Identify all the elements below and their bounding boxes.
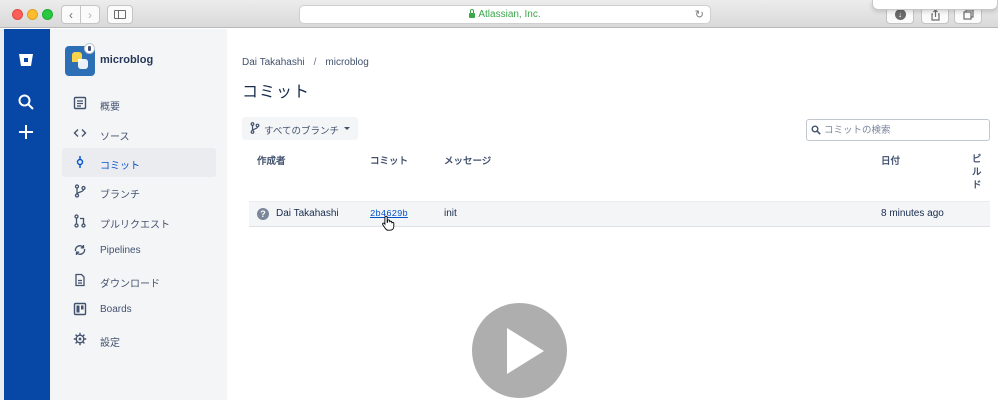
address-bar[interactable]: Atlassian, Inc. ↻ bbox=[299, 5, 711, 24]
python-logo-part bbox=[78, 59, 88, 69]
column-header-build: ビルド bbox=[972, 154, 982, 191]
column-header-author: 作成者 bbox=[257, 156, 286, 167]
sidebar-item-pipelines[interactable]: Pipelines bbox=[62, 236, 216, 265]
address-text: Atlassian, Inc. bbox=[478, 9, 541, 20]
zoom-window-button[interactable] bbox=[42, 9, 53, 20]
pull-request-icon bbox=[74, 214, 86, 228]
pipelines-icon bbox=[74, 245, 86, 255]
download-circle-icon: ↓ bbox=[894, 9, 906, 20]
chevron-left-icon: ‹ bbox=[69, 7, 73, 22]
tabs-icon bbox=[962, 9, 974, 20]
browser-window: ‹ › Atlassian, Inc. ↻ ↓ microblog 概要 ソース… bbox=[0, 0, 998, 400]
minimize-window-button[interactable] bbox=[27, 9, 38, 20]
boards-icon bbox=[73, 302, 87, 316]
overview-icon bbox=[73, 96, 87, 110]
page-title: コミット bbox=[242, 84, 311, 101]
sidebar-item-label: ソース bbox=[100, 132, 130, 143]
commit-author: Dai Takahashi bbox=[276, 208, 339, 219]
branch-filter-label: すべてのブランチ bbox=[264, 126, 339, 137]
show-sidebar-button[interactable] bbox=[107, 5, 133, 24]
bitbucket-logo-icon[interactable] bbox=[17, 51, 35, 69]
branch-icon bbox=[74, 184, 86, 198]
settings-icon bbox=[73, 332, 87, 346]
sidebar-item-overview[interactable]: 概要 bbox=[62, 89, 216, 118]
window-edge bbox=[0, 29, 4, 400]
hand-pointer-cursor-icon bbox=[382, 215, 395, 231]
commit-search-input[interactable] bbox=[824, 122, 984, 138]
reload-icon[interactable]: ↻ bbox=[695, 8, 704, 21]
sidebar-item-label: 設定 bbox=[100, 338, 120, 349]
sidebar-item-downloads[interactable]: ダウンロード bbox=[62, 266, 216, 295]
share-icon bbox=[930, 8, 940, 21]
table-row[interactable]: ? Dai Takahashi 2b4629b init 8 minutes a… bbox=[249, 201, 990, 227]
chevron-down-icon bbox=[344, 127, 350, 130]
source-code-icon bbox=[73, 129, 87, 137]
sidebar-item-label: Pipelines bbox=[100, 245, 141, 256]
global-navigation bbox=[0, 29, 50, 400]
play-icon bbox=[507, 328, 544, 374]
branch-filter-dropdown[interactable]: すべてのブランチ bbox=[242, 117, 358, 140]
create-plus-icon[interactable] bbox=[17, 123, 35, 141]
sidebar-item-pull-requests[interactable]: プルリクエスト bbox=[62, 207, 216, 236]
commit-message: init bbox=[444, 208, 457, 219]
download-icon bbox=[75, 273, 85, 287]
branch-icon bbox=[250, 122, 260, 134]
breadcrumb-owner[interactable]: Dai Takahashi bbox=[242, 57, 305, 68]
browser-toolbar: ‹ › Atlassian, Inc. ↻ ↓ bbox=[0, 0, 998, 28]
sidebar-item-commits[interactable]: コミット bbox=[62, 148, 216, 177]
forward-button[interactable]: › bbox=[80, 5, 100, 24]
sidebar-icon bbox=[114, 10, 126, 19]
search-icon[interactable] bbox=[17, 93, 35, 111]
chevron-right-icon: › bbox=[88, 7, 92, 22]
breadcrumb: Dai Takahashi / microblog bbox=[242, 57, 369, 68]
project-sidebar: microblog 概要 ソース コミット ブランチ プルリクエスト Pipel… bbox=[50, 29, 227, 400]
sidebar-item-label: 概要 bbox=[100, 102, 120, 113]
lock-icon bbox=[469, 9, 476, 18]
sidebar-item-boards[interactable]: Boards bbox=[62, 295, 216, 324]
column-header-message: メッセージ bbox=[444, 156, 492, 167]
unknown-user-avatar-icon: ? bbox=[257, 208, 269, 220]
commit-date: 8 minutes ago bbox=[881, 208, 944, 219]
sidebar-item-label: コミット bbox=[100, 161, 140, 172]
sidebar-item-branches[interactable]: ブランチ bbox=[62, 177, 216, 206]
video-play-button[interactable] bbox=[472, 303, 567, 398]
back-button[interactable]: ‹ bbox=[61, 5, 81, 24]
sidebar-item-label: プルリクエスト bbox=[100, 220, 170, 231]
breadcrumb-separator: / bbox=[313, 57, 317, 68]
column-header-date: 日付 bbox=[881, 156, 901, 167]
breadcrumb-repo[interactable]: microblog bbox=[325, 57, 368, 68]
sidebar-item-settings[interactable]: 設定 bbox=[62, 325, 216, 354]
search-icon bbox=[811, 125, 821, 135]
column-header-commit: コミット bbox=[370, 156, 409, 167]
commit-icon bbox=[76, 156, 84, 168]
commit-search-box[interactable] bbox=[806, 119, 990, 141]
popover-panel bbox=[872, 0, 998, 10]
sidebar-item-label: ダウンロード bbox=[100, 279, 160, 290]
close-window-button[interactable] bbox=[12, 9, 23, 20]
private-lock-badge-icon bbox=[84, 43, 95, 54]
sidebar-item-label: ブランチ bbox=[100, 190, 140, 201]
project-name[interactable]: microblog bbox=[100, 54, 153, 66]
sidebar-item-source[interactable]: ソース bbox=[62, 119, 216, 148]
sidebar-item-label: Boards bbox=[100, 304, 132, 315]
